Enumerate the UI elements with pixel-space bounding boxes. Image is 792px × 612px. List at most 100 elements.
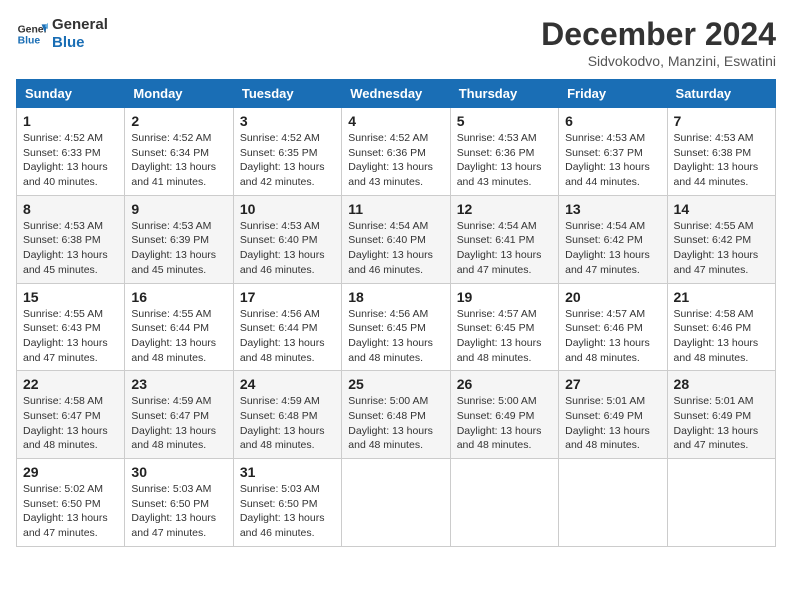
day-info: Sunrise: 5:01 AM Sunset: 6:49 PM Dayligh… <box>674 394 769 453</box>
day-info: Sunrise: 5:03 AM Sunset: 6:50 PM Dayligh… <box>131 482 226 541</box>
day-info: Sunrise: 4:54 AM Sunset: 6:41 PM Dayligh… <box>457 219 552 278</box>
day-info: Sunrise: 4:56 AM Sunset: 6:44 PM Dayligh… <box>240 307 335 366</box>
day-info: Sunrise: 4:56 AM Sunset: 6:45 PM Dayligh… <box>348 307 443 366</box>
calendar-cell: 16 Sunrise: 4:55 AM Sunset: 6:44 PM Dayli… <box>125 283 233 371</box>
calendar-cell: 31Sunrise: 5:03 AM Sunset: 6:50 PM Dayli… <box>233 459 341 547</box>
logo-text: General Blue <box>52 16 108 52</box>
day-number: 6 <box>565 113 660 129</box>
day-number: 18 <box>348 289 443 305</box>
day-number: 14 <box>674 201 769 217</box>
calendar-cell: 17 Sunrise: 4:56 AM Sunset: 6:44 PM Dayli… <box>233 283 341 371</box>
calendar-cell <box>450 459 558 547</box>
day-number: 21 <box>674 289 769 305</box>
calendar-cell: 30 Sunrise: 5:03 AM Sunset: 6:50 PM Dayli… <box>125 459 233 547</box>
calendar-cell: 7 Sunrise: 4:53 AM Sunset: 6:38 PM Daylig… <box>667 108 775 196</box>
day-number: 13 <box>565 201 660 217</box>
calendar-cell: 11 Sunrise: 4:54 AM Sunset: 6:40 PM Dayli… <box>342 195 450 283</box>
day-info: Sunrise: 4:52 AM Sunset: 6:34 PM Dayligh… <box>131 131 226 190</box>
calendar-cell: 2Sunrise: 4:52 AM Sunset: 6:34 PM Daylig… <box>125 108 233 196</box>
weekday-header: SundayMondayTuesdayWednesdayThursdayFrid… <box>17 80 776 108</box>
day-info: Sunrise: 4:58 AM Sunset: 6:46 PM Dayligh… <box>674 307 769 366</box>
calendar-cell: 27Sunrise: 5:01 AM Sunset: 6:49 PM Dayli… <box>559 371 667 459</box>
day-number: 15 <box>23 289 118 305</box>
logo: General Blue General Blue <box>16 16 108 52</box>
calendar-cell <box>667 459 775 547</box>
day-number: 3 <box>240 113 335 129</box>
day-number: 25 <box>348 376 443 392</box>
day-number: 11 <box>348 201 443 217</box>
day-number: 1 <box>23 113 118 129</box>
calendar-cell <box>559 459 667 547</box>
day-number: 27 <box>565 376 660 392</box>
day-number: 17 <box>240 289 335 305</box>
weekday-thursday: Thursday <box>450 80 558 108</box>
day-info: Sunrise: 4:53 AM Sunset: 6:40 PM Dayligh… <box>240 219 335 278</box>
day-info: Sunrise: 4:55 AM Sunset: 6:44 PM Dayligh… <box>131 307 226 366</box>
day-number: 22 <box>23 376 118 392</box>
calendar-cell: 29Sunrise: 5:02 AM Sunset: 6:50 PM Dayli… <box>17 459 125 547</box>
day-info: Sunrise: 4:53 AM Sunset: 6:37 PM Dayligh… <box>565 131 660 190</box>
calendar: SundayMondayTuesdayWednesdayThursdayFrid… <box>16 79 776 547</box>
calendar-cell: 15 Sunrise: 4:55 AM Sunset: 6:43 PM Dayli… <box>17 283 125 371</box>
day-number: 16 <box>131 289 226 305</box>
header: General Blue General Blue December 2024 … <box>16 16 776 69</box>
week-row-3: 15 Sunrise: 4:55 AM Sunset: 6:43 PM Dayli… <box>17 283 776 371</box>
calendar-cell: 8 Sunrise: 4:53 AM Sunset: 6:38 PM Daylig… <box>17 195 125 283</box>
calendar-cell: 28 Sunrise: 5:01 AM Sunset: 6:49 PM Dayli… <box>667 371 775 459</box>
day-info: Sunrise: 4:52 AM Sunset: 6:35 PM Dayligh… <box>240 131 335 190</box>
calendar-body: 1 Sunrise: 4:52 AM Sunset: 6:33 PM Daylig… <box>17 108 776 547</box>
day-info: Sunrise: 4:53 AM Sunset: 6:38 PM Dayligh… <box>23 219 118 278</box>
week-row-4: 22 Sunrise: 4:58 AM Sunset: 6:47 PM Dayli… <box>17 371 776 459</box>
calendar-cell: 4Sunrise: 4:52 AM Sunset: 6:36 PM Daylig… <box>342 108 450 196</box>
day-info: Sunrise: 4:53 AM Sunset: 6:38 PM Dayligh… <box>674 131 769 190</box>
day-number: 24 <box>240 376 335 392</box>
calendar-cell: 14Sunrise: 4:55 AM Sunset: 6:42 PM Dayli… <box>667 195 775 283</box>
calendar-cell: 23 Sunrise: 4:59 AM Sunset: 6:47 PM Dayli… <box>125 371 233 459</box>
day-info: Sunrise: 4:57 AM Sunset: 6:45 PM Dayligh… <box>457 307 552 366</box>
week-row-2: 8 Sunrise: 4:53 AM Sunset: 6:38 PM Daylig… <box>17 195 776 283</box>
week-row-5: 29Sunrise: 5:02 AM Sunset: 6:50 PM Dayli… <box>17 459 776 547</box>
calendar-cell: 21 Sunrise: 4:58 AM Sunset: 6:46 PM Dayli… <box>667 283 775 371</box>
calendar-cell: 6 Sunrise: 4:53 AM Sunset: 6:37 PM Daylig… <box>559 108 667 196</box>
day-number: 19 <box>457 289 552 305</box>
day-number: 28 <box>674 376 769 392</box>
calendar-cell: 12Sunrise: 4:54 AM Sunset: 6:41 PM Dayli… <box>450 195 558 283</box>
day-number: 10 <box>240 201 335 217</box>
weekday-wednesday: Wednesday <box>342 80 450 108</box>
day-info: Sunrise: 5:02 AM Sunset: 6:50 PM Dayligh… <box>23 482 118 541</box>
day-info: Sunrise: 5:00 AM Sunset: 6:48 PM Dayligh… <box>348 394 443 453</box>
day-info: Sunrise: 4:54 AM Sunset: 6:42 PM Dayligh… <box>565 219 660 278</box>
day-number: 30 <box>131 464 226 480</box>
calendar-cell: 18 Sunrise: 4:56 AM Sunset: 6:45 PM Dayli… <box>342 283 450 371</box>
day-info: Sunrise: 5:00 AM Sunset: 6:49 PM Dayligh… <box>457 394 552 453</box>
calendar-cell: 19 Sunrise: 4:57 AM Sunset: 6:45 PM Dayli… <box>450 283 558 371</box>
weekday-monday: Monday <box>125 80 233 108</box>
calendar-cell: 25 Sunrise: 5:00 AM Sunset: 6:48 PM Dayli… <box>342 371 450 459</box>
weekday-tuesday: Tuesday <box>233 80 341 108</box>
day-number: 8 <box>23 201 118 217</box>
day-info: Sunrise: 4:52 AM Sunset: 6:33 PM Dayligh… <box>23 131 118 190</box>
day-info: Sunrise: 4:55 AM Sunset: 6:43 PM Dayligh… <box>23 307 118 366</box>
calendar-cell: 9Sunrise: 4:53 AM Sunset: 6:39 PM Daylig… <box>125 195 233 283</box>
day-number: 20 <box>565 289 660 305</box>
calendar-cell: 20 Sunrise: 4:57 AM Sunset: 6:46 PM Dayli… <box>559 283 667 371</box>
day-info: Sunrise: 5:03 AM Sunset: 6:50 PM Dayligh… <box>240 482 335 541</box>
day-info: Sunrise: 4:54 AM Sunset: 6:40 PM Dayligh… <box>348 219 443 278</box>
calendar-cell: 10 Sunrise: 4:53 AM Sunset: 6:40 PM Dayli… <box>233 195 341 283</box>
day-info: Sunrise: 4:57 AM Sunset: 6:46 PM Dayligh… <box>565 307 660 366</box>
calendar-cell <box>342 459 450 547</box>
day-number: 5 <box>457 113 552 129</box>
calendar-cell: 1 Sunrise: 4:52 AM Sunset: 6:33 PM Daylig… <box>17 108 125 196</box>
month-title: December 2024 <box>541 16 776 53</box>
day-info: Sunrise: 4:58 AM Sunset: 6:47 PM Dayligh… <box>23 394 118 453</box>
day-number: 23 <box>131 376 226 392</box>
week-row-1: 1 Sunrise: 4:52 AM Sunset: 6:33 PM Daylig… <box>17 108 776 196</box>
day-number: 7 <box>674 113 769 129</box>
day-info: Sunrise: 4:59 AM Sunset: 6:47 PM Dayligh… <box>131 394 226 453</box>
weekday-sunday: Sunday <box>17 80 125 108</box>
calendar-cell: 3 Sunrise: 4:52 AM Sunset: 6:35 PM Daylig… <box>233 108 341 196</box>
calendar-cell: 26Sunrise: 5:00 AM Sunset: 6:49 PM Dayli… <box>450 371 558 459</box>
day-info: Sunrise: 4:52 AM Sunset: 6:36 PM Dayligh… <box>348 131 443 190</box>
day-number: 9 <box>131 201 226 217</box>
day-info: Sunrise: 4:53 AM Sunset: 6:36 PM Dayligh… <box>457 131 552 190</box>
